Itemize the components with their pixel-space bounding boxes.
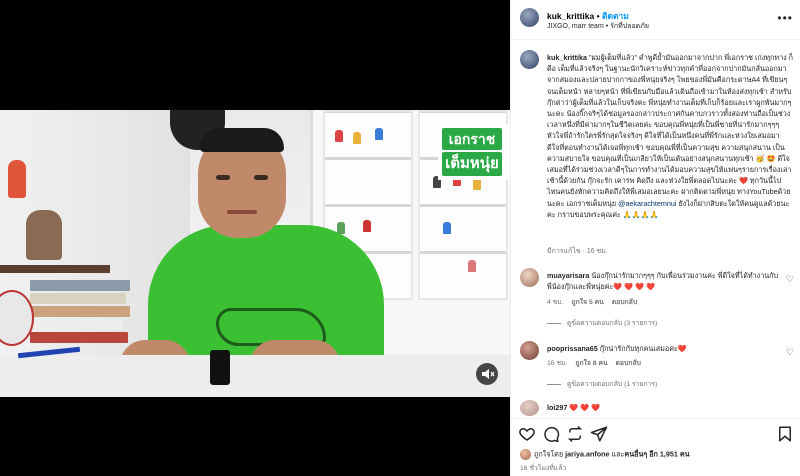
- follow-button[interactable]: ติดตาม: [602, 11, 629, 21]
- post-timestamp[interactable]: 16 ชั่วโมงที่แล้ว: [520, 462, 566, 473]
- view-replies-button[interactable]: ดูข้อความตอบกลับ (1 รายการ): [547, 378, 657, 389]
- view-replies-button[interactable]: ดูข้อความตอบกลับ (3 รายการ): [547, 317, 657, 328]
- avatar[interactable]: [520, 50, 539, 69]
- avatar[interactable]: [520, 8, 539, 27]
- desk-object: [210, 350, 230, 385]
- more-options-icon[interactable]: •••: [777, 11, 793, 25]
- caption-body: "ผมผู้เต็มที่แล้ว" คำพูดีย้ำมันออกมาจากป…: [547, 53, 794, 208]
- speaker-mute-icon[interactable]: [476, 363, 498, 385]
- comment-like-heart-icon[interactable]: ♡: [786, 347, 794, 358]
- comment-meta: 4 ชม. ถูกใจ 5 คน ตอบกลับ: [547, 296, 643, 307]
- comment-text: loi297 ❤️ ❤️ ❤️: [547, 402, 779, 413]
- comment-reply-button[interactable]: ตอบกลับ: [616, 360, 641, 367]
- wall-shelf: [0, 265, 110, 273]
- header-subtitle[interactable]: JIXGO, marr team • รักที่ปลอดภัย: [547, 21, 649, 32]
- comment-username[interactable]: pooprissana65: [547, 344, 598, 353]
- comment-body: ❤️ ❤️ ❤️: [567, 403, 601, 412]
- comment-username[interactable]: muayarisara: [547, 271, 589, 280]
- post-actions: ถูกใจโดย jariya.anfone และคนอื่นๆ อีก 1,…: [511, 418, 800, 476]
- likes-prefix: ถูกใจโดย: [534, 449, 566, 459]
- comment-reply-button[interactable]: ตอบกลับ: [612, 299, 637, 306]
- likes-user[interactable]: jariya.anfone: [565, 449, 609, 458]
- avatar[interactable]: [520, 449, 531, 460]
- comment-text: pooprissana65 กุ๊กน่ารักกับทุกคนเสมอค่ะ❤…: [547, 343, 779, 354]
- likes-summary: ถูกใจโดย jariya.anfone และคนอื่นๆ อีก 1,…: [520, 449, 690, 460]
- comment-username[interactable]: loi297: [547, 403, 567, 412]
- comment-time: 4 ชม.: [547, 299, 564, 306]
- comment-time: 16 ชม.: [547, 360, 568, 367]
- video-caption-line2: เต็มหนุ่ย: [442, 152, 502, 176]
- comment-like-heart-icon[interactable]: ♡: [786, 274, 794, 285]
- share-icon[interactable]: [590, 425, 608, 443]
- presenter-hair: [200, 128, 284, 152]
- caption-mention[interactable]: @aekarachtemnui: [618, 199, 676, 208]
- video-player[interactable]: เอกราช เต็มหนุ่ย: [0, 110, 510, 397]
- repost-icon[interactable]: [566, 425, 584, 443]
- caption-username[interactable]: kuk_krittika: [547, 53, 587, 62]
- likes-others[interactable]: คนอื่นๆ อีก 1,951 คน: [624, 449, 689, 458]
- statue-figure: [26, 210, 62, 260]
- desk: [0, 355, 510, 397]
- comment-text: muayarisara น้องกุ๊กน่ารักมากๆๆๆ กับเพื่…: [547, 270, 779, 292]
- caption-text: kuk_krittika "ผมผู้เต็มที่แล้ว" คำพูดีย้…: [547, 52, 794, 220]
- comment-icon[interactable]: [542, 425, 560, 443]
- video-caption-line1: เอกราช: [442, 128, 502, 150]
- post-header: kuk_krittika • ติดตาม JIXGO, marr team •…: [511, 0, 800, 40]
- avatar[interactable]: [520, 400, 539, 416]
- comment-body: กุ๊กน่ารักกับทุกคนเสมอค่ะ❤️: [597, 344, 687, 353]
- header-separator: •: [594, 11, 602, 21]
- comment-likes-count[interactable]: ถูกใจ 8 คน: [575, 360, 607, 367]
- media-pane: เอกราช เต็มหนุ่ย: [0, 0, 510, 476]
- avatar[interactable]: [520, 268, 539, 287]
- heart-icon[interactable]: [518, 425, 536, 443]
- comment-meta: 16 ชม. ถูกใจ 8 คน ตอบกลับ: [547, 357, 647, 368]
- bookmark-icon[interactable]: [776, 425, 794, 443]
- caption-meta: มีการแก้ไข · 16 ชม.: [547, 248, 608, 255]
- post-panel: kuk_krittika • ติดตาม JIXGO, marr team •…: [510, 0, 800, 476]
- avatar[interactable]: [520, 341, 539, 360]
- mascot-figure: [8, 160, 26, 198]
- header-username[interactable]: kuk_krittika: [547, 11, 594, 21]
- comment-likes-count[interactable]: ถูกใจ 5 คน: [572, 299, 604, 306]
- likes-middle: และ: [609, 449, 625, 459]
